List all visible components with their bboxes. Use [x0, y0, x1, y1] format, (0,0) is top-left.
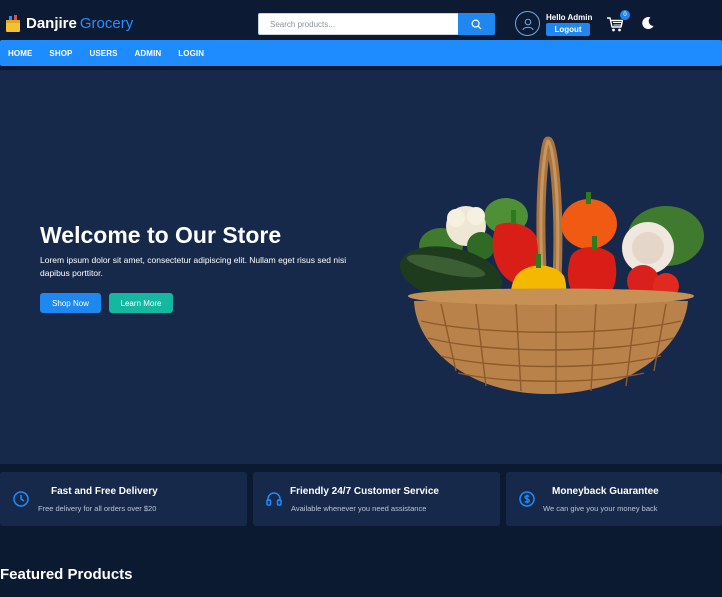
vegetable-basket-image — [399, 136, 704, 394]
feature-text: We can give you your money back — [543, 504, 658, 513]
nav-login[interactable]: LOGIN — [178, 49, 204, 58]
search-button[interactable] — [458, 13, 495, 35]
nav-admin[interactable]: ADMIN — [135, 49, 162, 58]
dollar-icon — [519, 491, 535, 507]
brand-subtitle: Grocery — [79, 14, 134, 32]
hero-banner: Welcome to Our Store Lorem ipsum dolor s… — [0, 70, 722, 464]
search-icon — [471, 19, 482, 30]
feature-text: Available whenever you need assistance — [291, 504, 427, 513]
feature-card-moneyback: Moneyback Guarantee We can give you your… — [506, 472, 722, 526]
user-greeting: Hello Admin — [546, 13, 593, 22]
nav-users[interactable]: USERS — [89, 49, 117, 58]
search-bar — [258, 13, 495, 35]
feature-title: Friendly 24/7 Customer Service — [290, 486, 439, 497]
top-header: Danjire Grocery Hello Admin Logout 0 — [0, 0, 722, 45]
feature-text: Free delivery for all orders over $20 — [38, 504, 157, 513]
avatar[interactable] — [515, 11, 540, 36]
shop-now-button[interactable]: Shop Now — [40, 293, 101, 313]
learn-more-button[interactable]: Learn More — [109, 293, 173, 313]
hero-description: Lorem ipsum dolor sit amet, consectetur … — [40, 255, 347, 278]
search-input[interactable] — [258, 13, 458, 35]
feature-card-support: Friendly 24/7 Customer Service Available… — [253, 472, 500, 526]
nav-home[interactable]: HOME — [8, 49, 32, 58]
logout-button[interactable]: Logout — [546, 23, 590, 36]
headphones-icon — [266, 492, 282, 506]
hero-title: Welcome to Our Store — [40, 222, 282, 248]
feature-title: Moneyback Guarantee — [552, 486, 659, 497]
user-icon — [522, 18, 533, 30]
cart-count-badge: 0 — [620, 10, 630, 20]
nav-shop[interactable]: SHOP — [49, 49, 72, 58]
grocery-bag-icon — [6, 15, 20, 32]
feature-title: Fast and Free Delivery — [51, 486, 158, 497]
clock-icon — [13, 491, 29, 507]
brand-logo[interactable]: Danjire Grocery — [4, 13, 133, 33]
brand-name: Danjire — [26, 14, 77, 32]
main-nav: HOME SHOP USERS ADMIN LOGIN — [0, 40, 722, 66]
featured-products-heading: Featured Products — [0, 566, 133, 583]
feature-card-delivery: Fast and Free Delivery Free delivery for… — [0, 472, 247, 526]
dark-mode-moon-icon[interactable] — [641, 16, 655, 30]
